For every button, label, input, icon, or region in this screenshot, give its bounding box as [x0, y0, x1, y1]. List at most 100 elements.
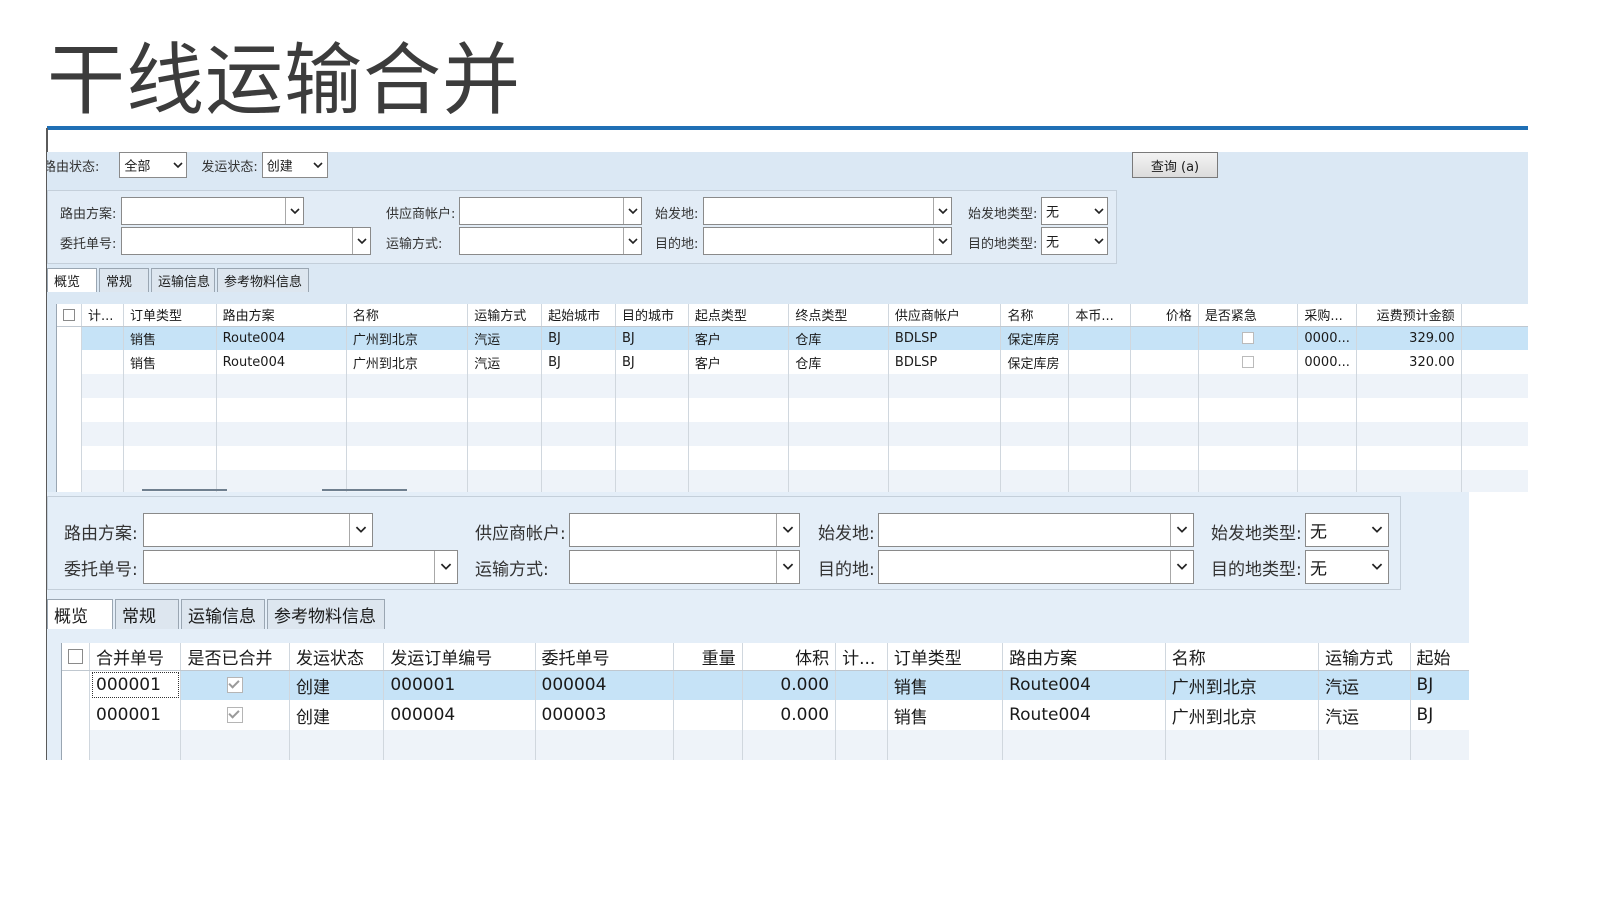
col-header[interactable]: 终点类型	[788, 304, 889, 327]
dest-select[interactable]	[878, 550, 1194, 584]
urgent-checkbox[interactable]	[1198, 350, 1299, 374]
tab-ref-material[interactable]: 参考物料信息	[267, 599, 385, 629]
ship-status-select[interactable]: 创建	[261, 152, 328, 178]
col-header[interactable]: 起始城市	[541, 304, 616, 327]
cell: 000004	[383, 700, 536, 730]
dest-type-label: 目的地类型:	[968, 237, 1038, 252]
vendor-select[interactable]	[569, 513, 800, 547]
col-header[interactable]: 名称	[1000, 304, 1070, 327]
transport-label: 运输方式:	[475, 560, 549, 580]
origin-type-select[interactable]: 无	[1041, 197, 1108, 225]
dest-type-select[interactable]: 无	[1305, 550, 1389, 584]
col-header[interactable]: 运输方式	[1318, 643, 1411, 671]
transport-select[interactable]	[569, 550, 800, 584]
col-header[interactable]: 发运状态	[289, 643, 385, 671]
table-row[interactable]: 销售 Route004 广州到北京 汽运 BJ BJ 客户 仓库 BDLSP 保…	[57, 350, 1528, 374]
chevron-down-icon	[933, 198, 951, 224]
chevron-down-icon	[434, 551, 457, 583]
cell: 000001	[383, 670, 536, 700]
chevron-down-icon	[285, 198, 303, 224]
col-header[interactable]: 发运订单编号	[383, 643, 536, 671]
table-row[interactable]: 销售 Route004 广州到北京 汽运 BJ BJ 客户 仓库 BDLSP 保…	[57, 326, 1528, 350]
table-row[interactable]: 000001 创建 000001 000004 0.000 销售 Route00…	[62, 670, 1469, 700]
cell	[1130, 350, 1199, 374]
tab-transport-info[interactable]: 运输信息	[181, 599, 265, 629]
chevron-down-icon	[776, 514, 799, 546]
screenshot-panel-top: 路由状态: 全部 发运状态: 创建 查询 (a) 路由方案: 供应商帐户: 始发…	[47, 152, 1528, 492]
tab-ref-material[interactable]: 参考物料信息	[217, 268, 309, 292]
col-header[interactable]: 价格	[1130, 304, 1199, 327]
origin-label: 始发地:	[655, 207, 699, 222]
dest-select[interactable]	[703, 227, 952, 255]
col-header[interactable]: 体积	[742, 643, 837, 671]
origin-label: 始发地:	[818, 524, 875, 544]
order-no-label: 委托单号:	[64, 560, 138, 580]
scrollbar-thumb[interactable]	[142, 489, 227, 491]
col-header[interactable]: 运费预计金额	[1356, 304, 1462, 327]
cell: 329.00	[1356, 326, 1462, 350]
cell: 广州到北京	[346, 326, 469, 350]
col-header[interactable]: 订单类型	[887, 643, 1004, 671]
col-header[interactable]: 计...	[835, 643, 888, 671]
select-all-checkbox[interactable]	[57, 304, 82, 327]
scrollbar-thumb[interactable]	[322, 489, 407, 491]
route-status-select[interactable]: 全部	[119, 152, 188, 178]
empty-row	[57, 446, 1528, 470]
col-header[interactable]: 采购...	[1297, 304, 1357, 327]
merged-checkbox[interactable]	[180, 670, 290, 700]
route-status-label: 路由状态:	[47, 159, 100, 175]
col-header[interactable]: 路由方案	[216, 304, 347, 327]
order-no-select[interactable]	[143, 550, 458, 584]
origin-type-select[interactable]: 无	[1305, 513, 1389, 547]
cell: 汽运	[467, 350, 543, 374]
col-header[interactable]: 是否紧急	[1198, 304, 1299, 327]
transport-select[interactable]	[459, 227, 642, 255]
row-indicator	[62, 670, 90, 700]
cell: Route004	[216, 350, 347, 374]
tab-general[interactable]: 常规	[99, 268, 149, 292]
cell	[1130, 326, 1199, 350]
origin-select[interactable]	[878, 513, 1194, 547]
cell: 广州到北京	[1165, 700, 1320, 730]
tab-transport-info[interactable]: 运输信息	[151, 268, 215, 292]
merged-checkbox[interactable]	[180, 700, 290, 730]
order-grid: 计... 订单类型 路由方案 名称 运输方式 起始城市 目的城市 起点类型 终点…	[56, 304, 1528, 492]
filter-group: 路由方案: 供应商帐户: 始发地: 始发地类型: 无 委托单号: 运输方式: 目…	[47, 496, 1401, 590]
col-header[interactable]: 供应商帐户	[888, 304, 1002, 327]
col-header[interactable]: 合并单号	[89, 643, 182, 671]
empty-row	[57, 398, 1528, 422]
select-all-checkbox[interactable]	[62, 643, 90, 671]
col-header[interactable]: 路由方案	[1002, 643, 1166, 671]
col-header[interactable]: 起点类型	[688, 304, 790, 327]
col-header[interactable]: 目的城市	[615, 304, 689, 327]
chevron-down-icon	[1170, 551, 1193, 583]
vendor-select[interactable]	[459, 197, 642, 225]
col-header[interactable]: 委托单号	[535, 643, 674, 671]
origin-select[interactable]	[703, 197, 952, 225]
col-header[interactable]: 是否已合并	[180, 643, 290, 671]
route-plan-select[interactable]	[121, 197, 304, 225]
dest-type-select[interactable]: 无	[1041, 227, 1108, 255]
col-header[interactable]: 订单类型	[123, 304, 217, 327]
col-header[interactable]: 起始	[1410, 643, 1469, 671]
order-no-select[interactable]	[121, 227, 371, 255]
cell: 创建	[289, 700, 385, 730]
col-header[interactable]: 名称	[346, 304, 469, 327]
col-header[interactable]: 名称	[1165, 643, 1320, 671]
table-row[interactable]: 000001 创建 000004 000003 0.000 销售 Route00…	[62, 700, 1469, 730]
cell: 汽运	[1318, 700, 1411, 730]
col-header[interactable]: 运输方式	[467, 304, 543, 327]
urgent-checkbox[interactable]	[1198, 326, 1299, 350]
query-button[interactable]: 查询 (a)	[1132, 152, 1218, 178]
tab-overview[interactable]: 概览	[47, 268, 97, 292]
cell: 销售	[123, 326, 217, 350]
chevron-down-icon	[169, 153, 186, 177]
route-plan-select[interactable]	[143, 513, 373, 547]
tab-overview[interactable]: 概览	[47, 599, 113, 629]
tab-general[interactable]: 常规	[115, 599, 179, 629]
col-header[interactable]: 重量	[673, 643, 743, 671]
cell: 0.000	[742, 700, 837, 730]
col-header[interactable]: 本币...	[1068, 304, 1132, 327]
cell: 销售	[887, 700, 1004, 730]
col-header[interactable]: 计...	[81, 304, 124, 327]
